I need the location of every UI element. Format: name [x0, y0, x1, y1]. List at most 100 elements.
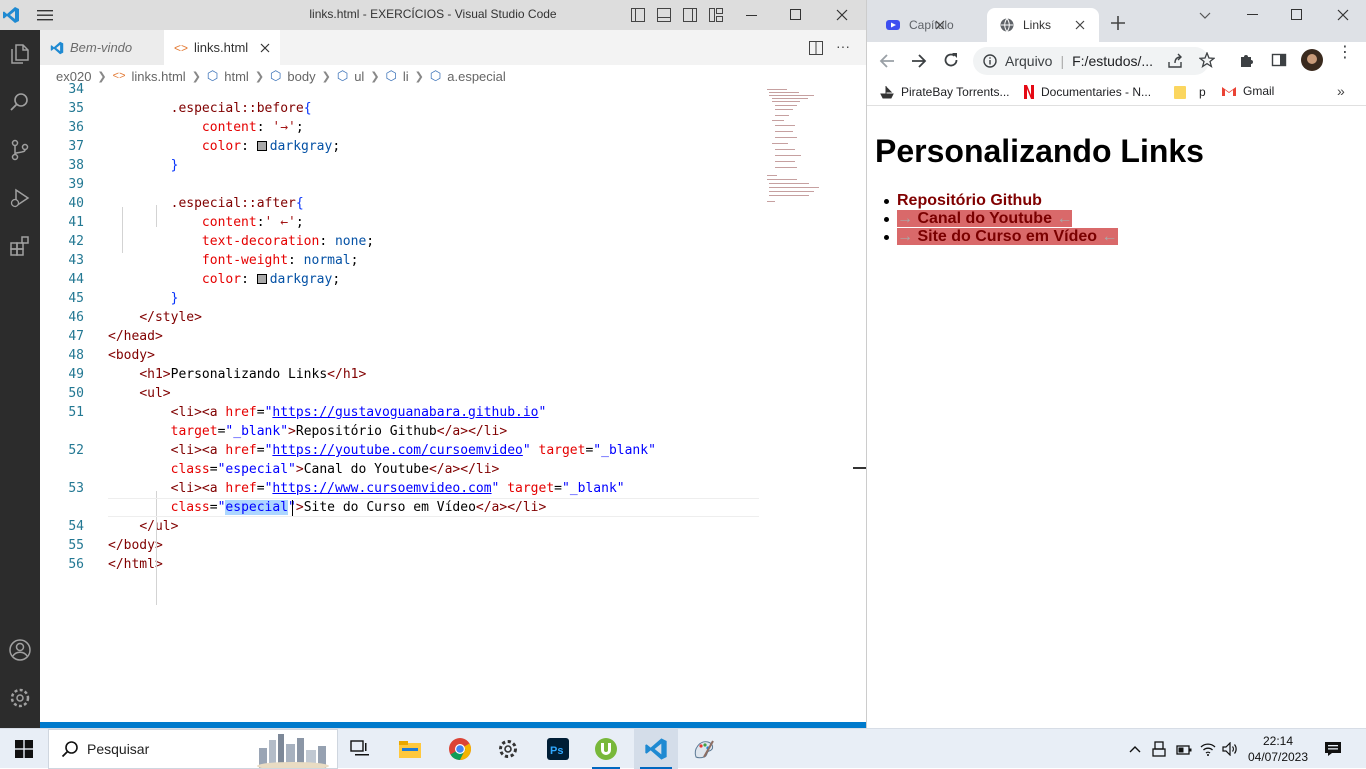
new-tab-icon[interactable] [1111, 16, 1125, 30]
extensions-puzzle-icon[interactable] [1239, 52, 1255, 68]
search-icon[interactable] [4, 86, 36, 118]
source-control-icon[interactable] [4, 134, 36, 166]
file-explorer-icon[interactable] [390, 729, 430, 769]
close-icon[interactable] [1337, 9, 1349, 21]
line-number: 36 [68, 120, 84, 135]
code-line[interactable]: </html> [108, 557, 163, 572]
notification-center-icon[interactable] [1318, 729, 1348, 769]
code-line[interactable]: color: darkgray; [108, 139, 340, 154]
utorrent-icon[interactable] [586, 729, 626, 769]
breadcrumb-item[interactable]: body [287, 69, 315, 84]
code-line[interactable]: <li><a href="https://gustavoguanabara.gi… [108, 405, 547, 420]
code-line[interactable]: text-decoration: none; [108, 234, 374, 249]
customize-layout-icon[interactable] [698, 0, 734, 30]
taskbar-search-box[interactable]: Pesquisar [48, 729, 338, 769]
link-canal-youtube[interactable]: → Canal do Youtube ← [897, 210, 1073, 227]
side-panel-icon[interactable] [1271, 52, 1287, 68]
code-line[interactable]: color: darkgray; [108, 272, 340, 287]
minimap[interactable] [764, 87, 844, 207]
code-line[interactable]: </head> [108, 329, 163, 344]
code-line[interactable]: class="especial">Canal do Youtube</a></l… [108, 462, 500, 477]
code-line[interactable]: .especial::before{ [108, 101, 312, 116]
extensions-icon[interactable] [4, 230, 36, 262]
more-actions-icon[interactable]: ··· [836, 38, 850, 54]
info-icon[interactable] [983, 54, 997, 68]
volume-icon[interactable] [1220, 729, 1240, 769]
line-number: 43 [68, 253, 84, 268]
clock[interactable]: 22:14 04/07/2023 [1244, 729, 1312, 769]
editor-tabs: Bem-vindo <> links.html ··· [40, 30, 866, 65]
line-number: 51 [68, 405, 84, 420]
indent-guide [122, 207, 123, 253]
paint-icon[interactable] [684, 729, 724, 769]
menu-kebab-icon[interactable]: ⋮ [1337, 45, 1353, 61]
tab-close-icon[interactable] [1075, 20, 1085, 30]
breadcrumb-item[interactable]: html [224, 69, 249, 84]
symbol-icon: ⬡ [385, 68, 397, 83]
share-icon[interactable] [1167, 53, 1183, 69]
profile-avatar[interactable] [1301, 49, 1323, 71]
run-debug-icon[interactable] [4, 182, 36, 214]
chrome-tab-links[interactable]: Links [987, 8, 1099, 42]
bookmark-p[interactable]: p [1173, 84, 1206, 100]
breadcrumb-item[interactable]: a.especial [447, 69, 506, 84]
code-line[interactable]: </style> [108, 310, 202, 325]
link-repositorio-github[interactable]: Repositório Github [897, 192, 1042, 209]
settings-gear-taskbar-icon[interactable] [488, 729, 528, 769]
code-line[interactable]: .especial::after{ [108, 196, 304, 211]
tab-links-html[interactable]: <> links.html [164, 30, 280, 65]
tab-close-icon[interactable] [935, 20, 945, 30]
explorer-icon[interactable] [4, 38, 36, 70]
code-line[interactable]: target="_blank">Repositório Github</a></… [108, 424, 508, 439]
code-line[interactable]: content:' ←'; [108, 215, 304, 230]
code-editor[interactable]: 34 35 .especial::before{36 content: '→'; 3… [40, 82, 866, 722]
code-line[interactable]: font-weight: normal; [108, 253, 359, 268]
chrome-tab-capitulo[interactable]: Capítulo [875, 8, 985, 42]
maximize-icon[interactable] [778, 0, 814, 30]
breadcrumb-item[interactable]: links.html [132, 69, 186, 84]
code-line[interactable]: content: '→'; [108, 120, 304, 135]
accounts-icon[interactable] [4, 634, 36, 666]
vscode-taskbar-icon[interactable] [634, 729, 678, 769]
settings-gear-icon[interactable] [4, 682, 36, 714]
tab-bem-vindo[interactable]: Bem-vindo [40, 30, 164, 65]
close-icon[interactable] [824, 0, 860, 30]
symbol-icon: ⬡ [206, 68, 219, 83]
bookmark-documentaries[interactable]: Documentaries - N... [1023, 84, 1151, 100]
photoshop-icon[interactable]: Ps [538, 729, 578, 769]
reload-icon[interactable] [943, 52, 959, 68]
link-site-curso-video[interactable]: → Site do Curso em Vídeo ← [897, 228, 1118, 245]
code-line[interactable]: <li><a href="https://www.cursoemvideo.co… [108, 481, 625, 496]
chrome-taskbar-icon[interactable] [440, 729, 480, 769]
breadcrumb-item[interactable]: li [403, 69, 409, 84]
bookmark-star-icon[interactable] [1199, 52, 1215, 68]
minimize-icon[interactable] [734, 0, 770, 30]
wifi-icon[interactable] [1198, 729, 1218, 769]
chevron-up-icon[interactable] [1126, 729, 1144, 769]
scrollbar-thumb[interactable] [853, 467, 866, 469]
code-line[interactable]: <body> [108, 348, 155, 363]
back-arrow-icon[interactable] [879, 53, 895, 69]
code-line[interactable]: } [108, 291, 179, 306]
tab-search-chevron-icon[interactable] [1199, 9, 1211, 21]
windows-start-icon[interactable] [0, 729, 48, 769]
code-line[interactable]: <ul> [108, 386, 170, 401]
code-line[interactable]: <h1>Personalizando Links</h1> [108, 367, 366, 382]
bookmark-gmail[interactable]: Gmail [1221, 84, 1274, 98]
breadcrumb-item[interactable]: ul [354, 69, 364, 84]
usb-device-icon[interactable] [1150, 729, 1168, 769]
forward-arrow-icon[interactable] [911, 53, 927, 69]
bookmark-piratebay[interactable]: PirateBay Torrents... [879, 84, 1010, 100]
code-line[interactable]: <li><a href="https://youtube.com/cursoem… [108, 443, 656, 458]
more-bookmarks-icon[interactable]: » [1337, 83, 1345, 99]
task-view-icon[interactable] [340, 729, 380, 769]
code-line[interactable]: </ul> [108, 519, 178, 534]
bookmark-label: Gmail [1243, 84, 1275, 98]
code-line[interactable]: } [108, 158, 179, 173]
tab-close-icon[interactable] [260, 43, 270, 53]
battery-icon[interactable] [1174, 729, 1194, 769]
minimize-icon[interactable] [1247, 14, 1259, 16]
code-line[interactable]: </body> [108, 538, 163, 553]
maximize-icon[interactable] [1291, 9, 1303, 21]
split-editor-icon[interactable] [808, 40, 824, 56]
